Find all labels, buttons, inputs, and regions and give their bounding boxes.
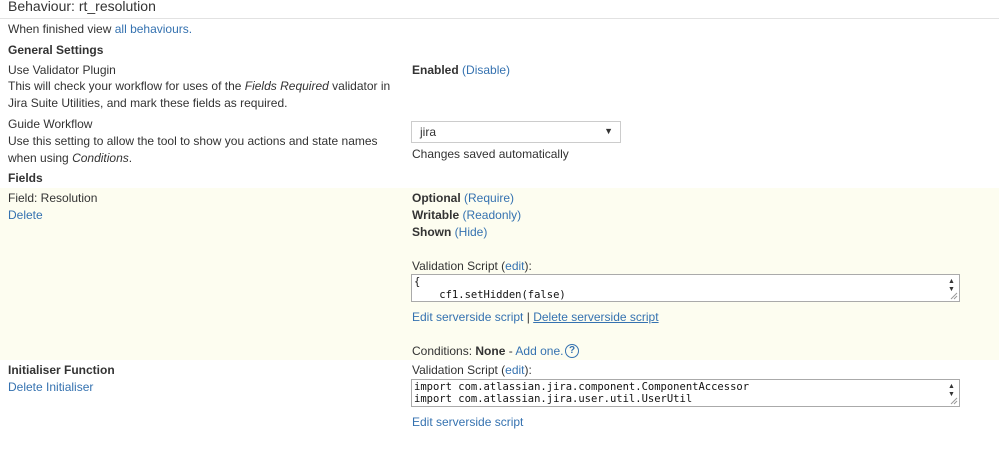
readonly-link[interactable]: (Readonly) (462, 208, 521, 222)
field-serverside-links: Edit serverside script | Delete serversi… (412, 310, 659, 324)
edit-serverside-script-link[interactable]: Edit serverside script (412, 310, 523, 324)
validator-enabled-text: Enabled (412, 63, 459, 77)
field-script-line-1: { (414, 276, 421, 288)
help-icon[interactable]: ? (565, 344, 579, 358)
conditions-label: Conditions: (412, 344, 473, 358)
all-behaviours-link[interactable]: all behaviours. (115, 22, 192, 36)
validator-description: This will check your workflow for uses o… (8, 79, 391, 110)
title-divider (0, 18, 999, 19)
hide-link[interactable]: (Hide) (455, 225, 488, 239)
optional-row: Optional (Require) (412, 191, 514, 205)
initialiser-script-line-2: import com.atlassian.jira.user.util.User… (414, 393, 693, 405)
spin-up-icon[interactable]: ▲ (947, 278, 956, 285)
field-script-label: Validation Script (edit): (412, 259, 532, 273)
field-script-line-2: cf1.setHidden(false) (414, 289, 566, 301)
link-separator: | (526, 310, 530, 324)
initialiser-heading: Initialiser Function (8, 363, 115, 377)
finished-text: When finished view (8, 22, 112, 36)
initialiser-script-label: Validation Script (edit): (412, 363, 532, 377)
delete-field-link[interactable]: Delete (8, 208, 43, 222)
fields-heading: Fields (8, 171, 43, 185)
guide-workflow-select[interactable]: jira ▼ (411, 121, 621, 143)
conditions-row: Conditions: None - Add one. (412, 344, 563, 358)
guide-workflow-select-value: jira (420, 125, 437, 139)
delete-initialiser-link[interactable]: Delete Initialiser (8, 380, 93, 394)
resize-grip-icon[interactable] (950, 292, 958, 300)
optional-status: Optional (412, 191, 461, 205)
edit-initialiser-script-link[interactable]: edit (505, 363, 524, 377)
writable-status: Writable (412, 208, 460, 222)
conditions-dash: - (508, 344, 513, 358)
chevron-down-icon: ▼ (604, 126, 613, 136)
saved-note: Changes saved automatically (412, 147, 569, 161)
initialiser-script-line-1: import com.atlassian.jira.component.Comp… (414, 381, 750, 393)
finished-note: When finished view all behaviours. (8, 22, 192, 36)
require-link[interactable]: (Require) (464, 191, 514, 205)
delete-serverside-script-link[interactable]: Delete serverside script (533, 310, 658, 324)
shown-status: Shown (412, 225, 452, 239)
guide-workflow-description: Use this setting to allow the tool to sh… (8, 134, 378, 165)
spin-up-icon[interactable]: ▲ (947, 383, 956, 390)
add-condition-link[interactable]: Add one. (515, 344, 563, 358)
conditions-value: None (475, 344, 506, 358)
initialiser-script-textarea[interactable]: import com.atlassian.jira.component.Comp… (411, 379, 960, 407)
shown-row: Shown (Hide) (412, 225, 487, 239)
resize-grip-icon[interactable] (950, 397, 958, 405)
edit-field-script-link[interactable]: edit (505, 259, 524, 273)
validator-status: Enabled (Disable) (412, 63, 510, 77)
validator-label: Use Validator Plugin (8, 63, 116, 77)
general-settings-heading: General Settings (8, 43, 104, 57)
field-label: Field: Resolution (8, 191, 98, 205)
field-script-textarea[interactable]: { cf1.setHidden(false) ▲ ▼ (411, 274, 960, 302)
disable-validator-link[interactable]: (Disable) (462, 63, 510, 77)
page-title: Behaviour: rt_resolution (8, 0, 156, 14)
guide-workflow-label: Guide Workflow (8, 117, 93, 131)
writable-row: Writable (Readonly) (412, 208, 521, 222)
edit-initialiser-serverside-link[interactable]: Edit serverside script (412, 415, 523, 429)
